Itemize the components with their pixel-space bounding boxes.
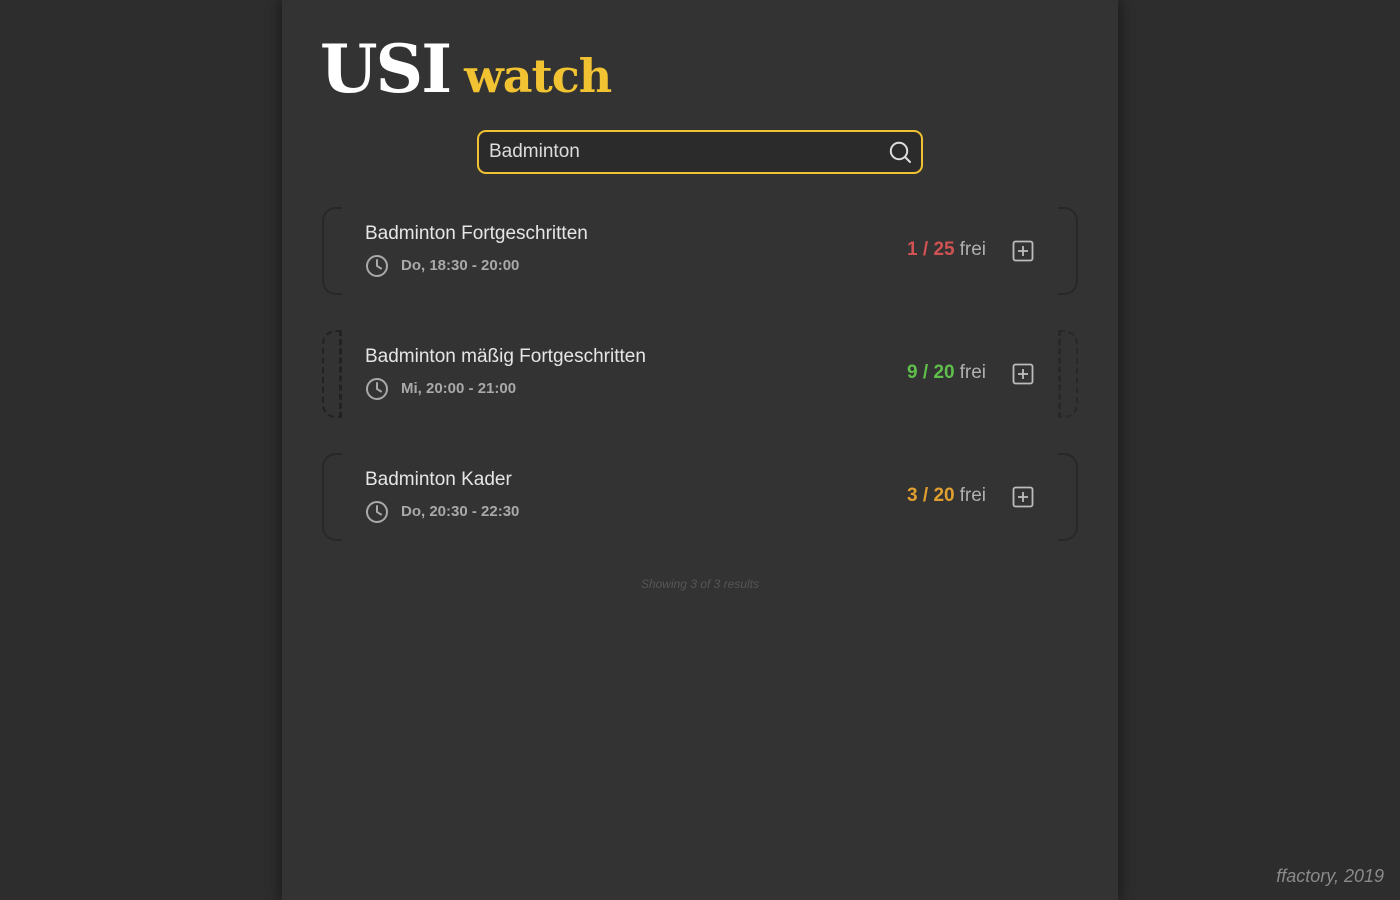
course-card[interactable]: Badminton Kader Do, 20:30 - 22:30 3 / 20… <box>322 453 1078 541</box>
add-button[interactable] <box>1012 240 1034 262</box>
course-name: Badminton Kader <box>365 469 512 490</box>
add-button[interactable] <box>1012 363 1034 385</box>
availability: 3 / 20 frei <box>907 485 986 507</box>
availability-count: 3 / 20 <box>907 485 955 506</box>
availability-count: 9 / 20 <box>907 362 955 383</box>
course-time: Do, 18:30 - 20:00 <box>401 257 520 274</box>
course-name: Badminton mäßig Fortgeschritten <box>365 346 646 367</box>
search-icon[interactable] <box>889 141 911 163</box>
course-card[interactable]: Badminton mäßig Fortgeschritten Mi, 20:0… <box>322 330 1078 418</box>
availability: 9 / 20 frei <box>907 362 986 384</box>
footer-credit: ffactory, 2019 <box>1276 866 1384 886</box>
clock-icon <box>366 378 388 400</box>
app-logo: USI watch <box>320 30 612 110</box>
results-count: Showing 3 of 3 results <box>640 577 760 591</box>
logo-usi: USI <box>320 30 452 108</box>
course-name: Badminton Fortgeschritten <box>365 223 588 244</box>
availability-label: frei <box>959 362 986 383</box>
course-time: Do, 20:30 - 22:30 <box>401 503 520 520</box>
add-button[interactable] <box>1012 486 1034 508</box>
availability-count: 1 / 25 <box>907 239 955 260</box>
clock-icon <box>366 501 388 523</box>
clock-icon <box>366 255 388 277</box>
availability: 1 / 25 frei <box>907 239 986 261</box>
logo-watch: watch <box>464 49 612 103</box>
availability-label: frei <box>959 239 986 260</box>
course-time: Mi, 20:00 - 21:00 <box>401 380 517 397</box>
course-card[interactable]: Badminton Fortgeschritten Do, 18:30 - 20… <box>322 207 1078 295</box>
availability-label: frei <box>959 485 986 506</box>
search-input[interactable] <box>489 132 869 172</box>
search-bar[interactable] <box>477 130 923 174</box>
